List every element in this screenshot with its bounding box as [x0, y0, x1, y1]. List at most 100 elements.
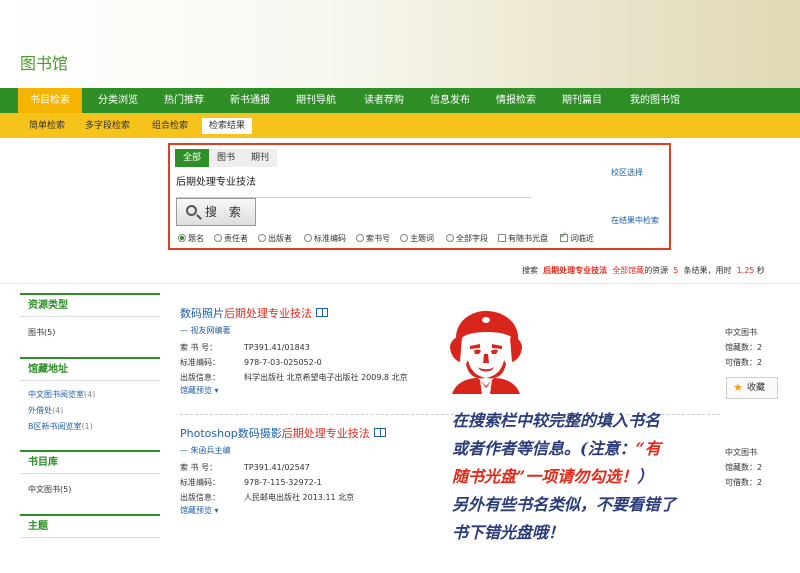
checkbox-has-cd[interactable]: 有随书光盘 [498, 233, 548, 244]
result-title[interactable]: Photoshop数码摄影后期处理专业技法 [180, 425, 386, 441]
stats-unit: 秒 [756, 266, 765, 275]
search-tab-all[interactable]: 全部 [175, 149, 210, 167]
option-title[interactable]: 题名 [178, 233, 204, 244]
facet-item[interactable]: 中文图书阅览室(4) [20, 387, 160, 403]
facet-title: 主题 [20, 516, 160, 538]
facet-item[interactable]: B区新书阅览室(1) [20, 419, 160, 435]
collect-button[interactable]: ★ 收藏 [726, 377, 778, 399]
search-input[interactable]: 后期处理专业技法 [176, 171, 531, 198]
result-holdings-count: 馆藏数：2 [725, 343, 763, 352]
field-label: 出版信息： [180, 493, 220, 502]
stats-mid: 的资源 [644, 266, 669, 275]
checkbox-icon [498, 234, 506, 242]
field-label: 出版信息： [180, 373, 220, 382]
caret-down-icon: ▾ [214, 386, 219, 395]
result-type: 中文图书 [725, 328, 757, 337]
field-label: 索 书 号： [180, 463, 218, 472]
facet-subject: 主题 [20, 514, 160, 544]
nav-info-release[interactable]: 信息发布 [420, 88, 480, 113]
result-title-highlight: 后期处理专业技法 [281, 427, 370, 440]
field-value: TP391.41/02547 [244, 463, 310, 472]
option-standard-code[interactable]: 标准编码 [304, 233, 346, 244]
radio-icon [356, 234, 364, 242]
holdings-preview-link[interactable]: 馆藏预览 ▾ [180, 385, 408, 396]
result-author-name: 朱函兵主编 [190, 446, 231, 455]
result-pub-info: 出版信息： 科学出版社 北京希望电子出版社 2009.8 北京 [180, 370, 408, 385]
facet-location: 馆藏地址 中文图书阅览室(4) 外借处(4) B区新书阅览室(1) [20, 357, 160, 441]
facet-title: 资源类型 [20, 295, 160, 317]
instruction-annotation: 在搜索栏中较完整的填入书名 或者作者等信息。(注意：“有 随书光盘”一项请勿勾选… [452, 407, 798, 547]
field-value: 978-7-115-32972-1 [244, 478, 322, 487]
nav-intel-search[interactable]: 情报检索 [486, 88, 546, 113]
result-isbn: 标准编码： 978-7-03-025052-0 [180, 355, 408, 370]
facet-item[interactable]: 中文图书(5) [20, 482, 160, 498]
result-title-prefix: Photoshop数码摄影 [180, 427, 282, 440]
campus-select-link[interactable]: 校区选择 [611, 167, 643, 178]
radio-icon [446, 234, 454, 242]
result-item-1: 数码照片后期处理专业技法 — 视友网编著 索 书 号： TP391.41/0184… [180, 305, 408, 396]
search-tab-journals[interactable]: 期刊 [243, 149, 278, 167]
caret-down-icon: ▾ [214, 506, 219, 515]
facet-title: 书目库 [20, 452, 160, 474]
option-subject[interactable]: 主题词 [400, 233, 434, 244]
facet-item[interactable]: 外借处(4) [20, 403, 160, 419]
nav-new-books[interactable]: 新书通报 [220, 88, 280, 113]
result-author[interactable]: — 视友网编著 [180, 325, 408, 336]
result-isbn: 标准编码： 978-7-115-32972-1 [180, 475, 386, 490]
radio-icon [400, 234, 408, 242]
annotation-line-2b: “有 [635, 439, 661, 458]
portrait-stamp-image [450, 310, 522, 394]
search-tab-books[interactable]: 图书 [209, 149, 244, 167]
nav-category-browse[interactable]: 分类浏览 [88, 88, 148, 113]
book-icon [373, 428, 386, 437]
result-pub-info: 出版信息： 人民邮电出版社 2013.11 北京 [180, 490, 386, 505]
facet-catalog: 书目库 中文图书(5) [20, 450, 160, 506]
subnav-results[interactable]: 检索结果 [202, 118, 253, 134]
checkbox-word-proximity[interactable]: 词临近 [560, 231, 594, 244]
option-author[interactable]: 责任者 [214, 233, 248, 244]
divider [0, 283, 800, 284]
subnav-multi-field[interactable]: 多字段检索 [78, 118, 137, 134]
option-all-fields[interactable]: 全部字段 [446, 233, 488, 244]
stats-time: 1.25 [736, 266, 755, 275]
nav-reader-recommend[interactable]: 读者荐购 [352, 88, 416, 113]
field-label: 标准编码： [180, 358, 220, 367]
stats-suffix: 条结果，用时 [683, 266, 732, 275]
facet-item-count: (4) [52, 406, 64, 415]
option-author-label: 责任者 [224, 234, 248, 243]
facet-item-count: (4) [84, 390, 96, 399]
collect-label: 收藏 [747, 383, 766, 393]
subnav-combined[interactable]: 组合检索 [145, 118, 195, 134]
result-title[interactable]: 数码照片后期处理专业技法 [180, 305, 408, 321]
search-button[interactable]: 搜 索 [176, 198, 256, 226]
field-value: 科学出版社 北京希望电子出版社 2009.8 北京 [244, 373, 408, 382]
search-within-results-link[interactable]: 在结果中检索 [611, 215, 659, 226]
holdings-preview-link[interactable]: 馆藏预览 ▾ [180, 505, 386, 516]
result-author[interactable]: — 朱函兵主编 [180, 445, 386, 456]
nav-my-library[interactable]: 我的图书馆 [620, 88, 690, 113]
option-publisher[interactable]: 出版者 [258, 233, 292, 244]
nav-journal-guide[interactable]: 期刊导航 [286, 88, 346, 113]
stats-scope[interactable]: 全部馆藏 [612, 266, 644, 275]
field-value: TP391.41/01843 [244, 343, 310, 352]
annotation-line-5: 书下错光盘哦！ [452, 523, 565, 542]
option-call-number[interactable]: 索书号 [356, 233, 390, 244]
nav-hot-recommend[interactable]: 热门推荐 [154, 88, 214, 113]
nav-catalog-search[interactable]: 书目检索 [18, 88, 82, 113]
checkbox-word-proximity-label: 词临近 [570, 234, 594, 243]
library-title: 图书馆 [20, 54, 69, 73]
annotation-line-4: 另外有些书名类似，不要看错了 [452, 495, 677, 514]
facet-title: 馆藏地址 [20, 359, 160, 381]
subnav-simple-search[interactable]: 简单检索 [22, 118, 72, 134]
facet-item[interactable]: 图书(5) [20, 325, 160, 341]
star-icon: ★ [733, 381, 743, 394]
result-title-highlight: 后期处理专业技法 [224, 307, 312, 320]
stats-prefix: 搜索 [522, 266, 538, 275]
facet-resource-type: 资源类型 图书(5) [20, 293, 160, 349]
nav-journal-contents[interactable]: 期刊篇目 [552, 88, 612, 113]
checkbox-has-cd-label: 有随书光盘 [508, 234, 548, 243]
holdings-preview-label: 馆藏预览 [180, 386, 212, 395]
option-subject-label: 主题词 [410, 234, 434, 243]
facet-item-count: (5) [44, 328, 56, 337]
result-author-name: 视友网编著 [190, 326, 231, 335]
